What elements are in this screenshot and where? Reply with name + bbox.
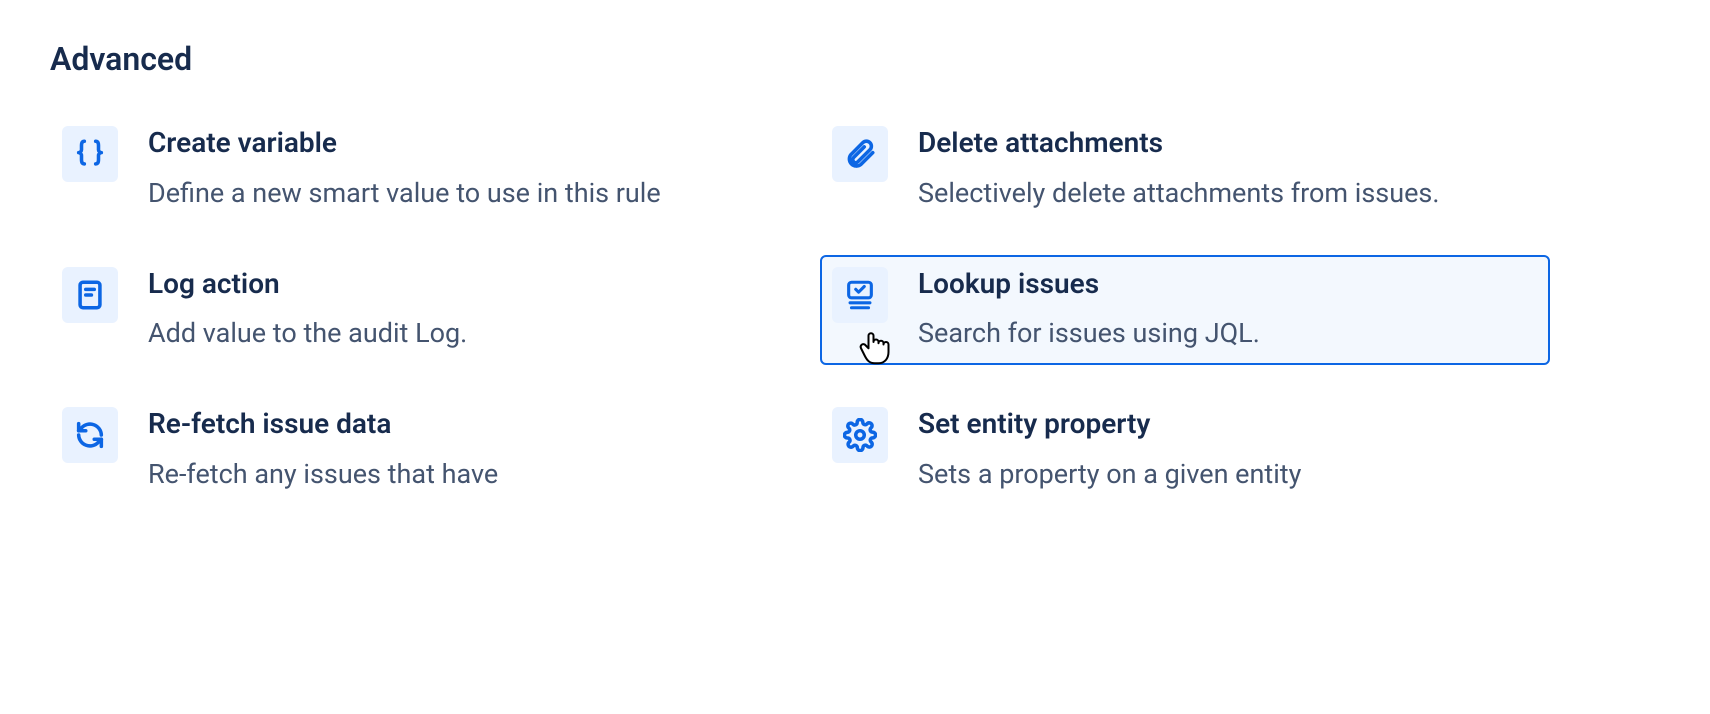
card-title: Set entity property (918, 407, 1530, 441)
card-set-entity-property[interactable]: Set entity property Sets a property on a… (820, 395, 1550, 506)
braces-icon (62, 126, 118, 182)
section-heading: Advanced (50, 40, 1660, 78)
stacked-check-icon (832, 267, 888, 323)
gear-icon (832, 407, 888, 463)
card-lookup-issues[interactable]: Lookup issues Search for issues using JQ… (820, 255, 1550, 366)
refresh-icon (62, 407, 118, 463)
card-refetch-issue-data[interactable]: Re-fetch issue data Re-fetch any issues … (50, 395, 780, 506)
card-desc: Define a new smart value to use in this … (148, 174, 760, 213)
card-desc: Search for issues using JQL. (918, 314, 1530, 353)
action-grid: Create variable Define a new smart value… (50, 114, 1550, 506)
card-title: Delete attachments (918, 126, 1530, 160)
card-delete-attachments[interactable]: Delete attachments Selectively delete at… (820, 114, 1550, 225)
card-desc: Selectively delete attachments from issu… (918, 174, 1530, 213)
card-title: Log action (148, 267, 760, 301)
card-log-action[interactable]: Log action Add value to the audit Log. (50, 255, 780, 366)
card-desc: Add value to the audit Log. (148, 314, 760, 353)
card-desc: Sets a property on a given entity (918, 455, 1530, 494)
document-icon (62, 267, 118, 323)
cursor-pointer-icon (856, 327, 896, 367)
paperclip-icon (832, 126, 888, 182)
card-title: Re-fetch issue data (148, 407, 760, 441)
card-title: Create variable (148, 126, 760, 160)
card-title: Lookup issues (918, 267, 1530, 301)
card-create-variable[interactable]: Create variable Define a new smart value… (50, 114, 780, 225)
card-desc: Re-fetch any issues that have (148, 455, 760, 494)
